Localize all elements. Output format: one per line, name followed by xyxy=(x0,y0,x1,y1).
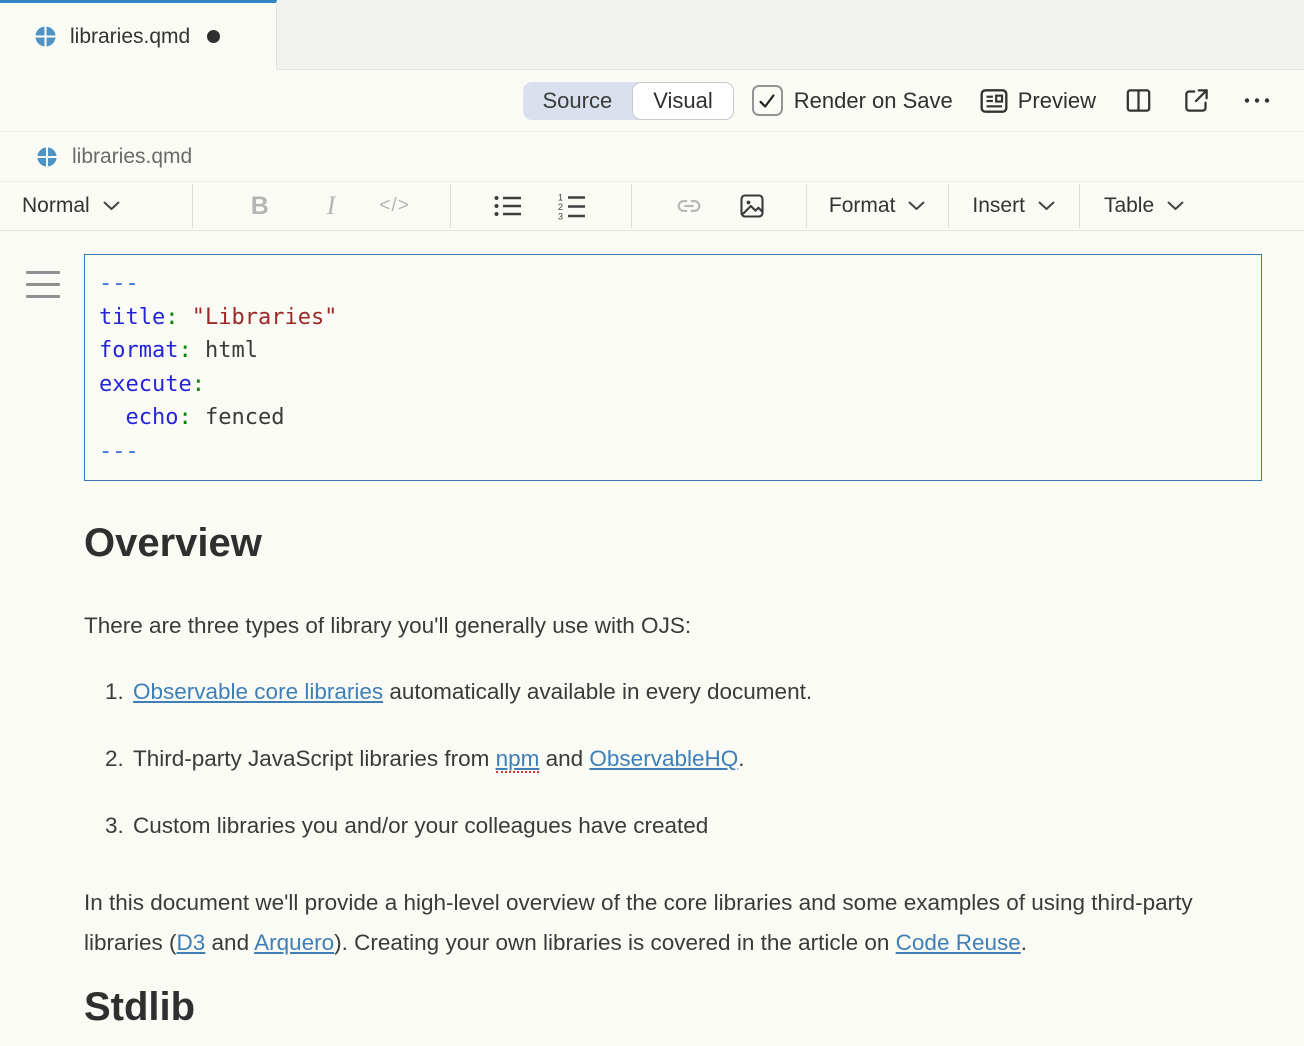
inline-code-button[interactable]: </> xyxy=(379,195,409,217)
paragraph-style-label: Normal xyxy=(22,194,90,218)
table-menu-label: Table xyxy=(1104,194,1154,218)
chevron-down-icon xyxy=(1167,201,1184,211)
list-item[interactable]: 2. Third-party JavaScript libraries from… xyxy=(84,744,1262,774)
document-editor[interactable]: ---title: "Libraries"format: htmlexecute… xyxy=(0,231,1304,1031)
drag-handle-icon[interactable] xyxy=(26,271,60,307)
bold-button[interactable]: B xyxy=(245,192,275,221)
text-segment: . xyxy=(738,746,744,771)
text-segment: and xyxy=(205,930,254,955)
toolbar-separator xyxy=(1079,184,1080,228)
source-visual-toggle: Source Visual xyxy=(523,82,734,120)
ordered-list: 1. Observable core libraries automatical… xyxy=(84,677,1262,841)
chevron-down-icon xyxy=(103,201,120,211)
preview-label: Preview xyxy=(1018,88,1096,114)
source-mode-button[interactable]: Source xyxy=(523,82,633,120)
code-line: --- xyxy=(99,267,1247,301)
breadcrumb: libraries.qmd xyxy=(0,132,1304,182)
toolbar-separator xyxy=(806,184,807,228)
text-segment: Custom libraries you and/or your colleag… xyxy=(133,813,708,838)
render-on-save-label: Render on Save xyxy=(794,88,953,114)
preview-button[interactable]: Preview xyxy=(979,86,1096,116)
text-segment: Third-party JavaScript libraries from xyxy=(133,746,496,771)
visual-mode-button[interactable]: Visual xyxy=(632,82,734,120)
doc-link[interactable]: Code Reuse xyxy=(896,930,1021,955)
tab-libraries-qmd[interactable]: libraries.qmd xyxy=(0,0,277,70)
intro-paragraph[interactable]: There are three types of library you'll … xyxy=(84,611,1232,641)
format-menu-label: Format xyxy=(829,194,896,218)
unsaved-dot-icon xyxy=(207,30,220,43)
doc-link[interactable]: npm xyxy=(496,746,540,773)
breadcrumb-file[interactable]: libraries.qmd xyxy=(72,145,192,169)
text-segment: ). Creating your own libraries is covere… xyxy=(334,930,896,955)
doc-link[interactable]: Observable core libraries xyxy=(133,679,383,704)
code-line: format: html xyxy=(99,334,1247,368)
svg-text:2: 2 xyxy=(558,202,563,212)
more-actions-button[interactable] xyxy=(1241,87,1273,114)
code-line: title: "Libraries" xyxy=(99,301,1247,335)
render-on-save-toggle[interactable]: Render on Save xyxy=(752,85,953,116)
list-number: 1. xyxy=(105,677,133,707)
chevron-down-icon xyxy=(1038,201,1055,211)
heading-stdlib[interactable]: Stdlib xyxy=(84,983,1262,1031)
yaml-front-matter-block[interactable]: ---title: "Libraries"format: htmlexecute… xyxy=(84,254,1262,481)
heading-overview[interactable]: Overview xyxy=(84,519,1262,567)
paragraph-style-dropdown[interactable]: Normal xyxy=(22,194,120,218)
list-item[interactable]: 1. Observable core libraries automatical… xyxy=(84,677,1262,707)
tab-bar: libraries.qmd xyxy=(0,0,1304,70)
editor-toolbar: Source Visual Render on Save Preview xyxy=(0,70,1304,132)
toolbar-separator xyxy=(631,184,632,228)
list-number: 3. xyxy=(105,811,133,841)
code-line: --- xyxy=(99,435,1247,469)
toolbar-separator xyxy=(192,184,193,228)
list-item-text: Custom libraries you and/or your colleag… xyxy=(133,811,708,841)
doc-link[interactable]: ObservableHQ xyxy=(589,746,738,771)
split-editor-button[interactable] xyxy=(1125,87,1152,114)
bullet-list-button[interactable] xyxy=(493,193,523,219)
svg-text:1: 1 xyxy=(558,193,563,203)
list-number: 2. xyxy=(105,744,133,774)
chevron-down-icon xyxy=(908,201,925,211)
doc-link[interactable]: Arquero xyxy=(254,930,334,955)
image-button[interactable] xyxy=(738,192,766,220)
checkbox-checked-icon[interactable] xyxy=(752,85,783,116)
format-menu[interactable]: Format xyxy=(829,194,926,218)
closing-paragraph[interactable]: In this document we'll provide a high-le… xyxy=(84,883,1232,963)
doc-link[interactable]: D3 xyxy=(177,930,206,955)
text-segment: and xyxy=(539,746,589,771)
svg-text:3: 3 xyxy=(558,212,563,221)
insert-menu-label: Insert xyxy=(972,194,1025,218)
text-segment: . xyxy=(1021,930,1027,955)
code-line: execute: xyxy=(99,368,1247,402)
italic-button[interactable]: I xyxy=(319,191,344,221)
preview-icon xyxy=(979,86,1009,116)
list-item-text: Observable core libraries automatically … xyxy=(133,677,812,707)
quarto-icon xyxy=(34,25,57,48)
link-button[interactable] xyxy=(674,193,704,219)
list-item-text: Third-party JavaScript libraries from np… xyxy=(133,744,745,774)
quarto-icon xyxy=(36,146,58,168)
text-segment: automatically available in every documen… xyxy=(383,679,812,704)
list-item[interactable]: 3. Custom libraries you and/or your coll… xyxy=(84,811,1262,841)
tab-title: libraries.qmd xyxy=(70,25,190,49)
format-toolbar: Normal B I </> 1 2 3 xyxy=(0,182,1304,231)
table-menu[interactable]: Table xyxy=(1104,194,1184,218)
toolbar-separator xyxy=(948,184,949,228)
open-external-button[interactable] xyxy=(1183,87,1210,114)
numbered-list-button[interactable]: 1 2 3 xyxy=(557,192,587,220)
toolbar-separator xyxy=(450,184,451,228)
code-line: echo: fenced xyxy=(99,401,1247,435)
insert-menu[interactable]: Insert xyxy=(972,194,1055,218)
